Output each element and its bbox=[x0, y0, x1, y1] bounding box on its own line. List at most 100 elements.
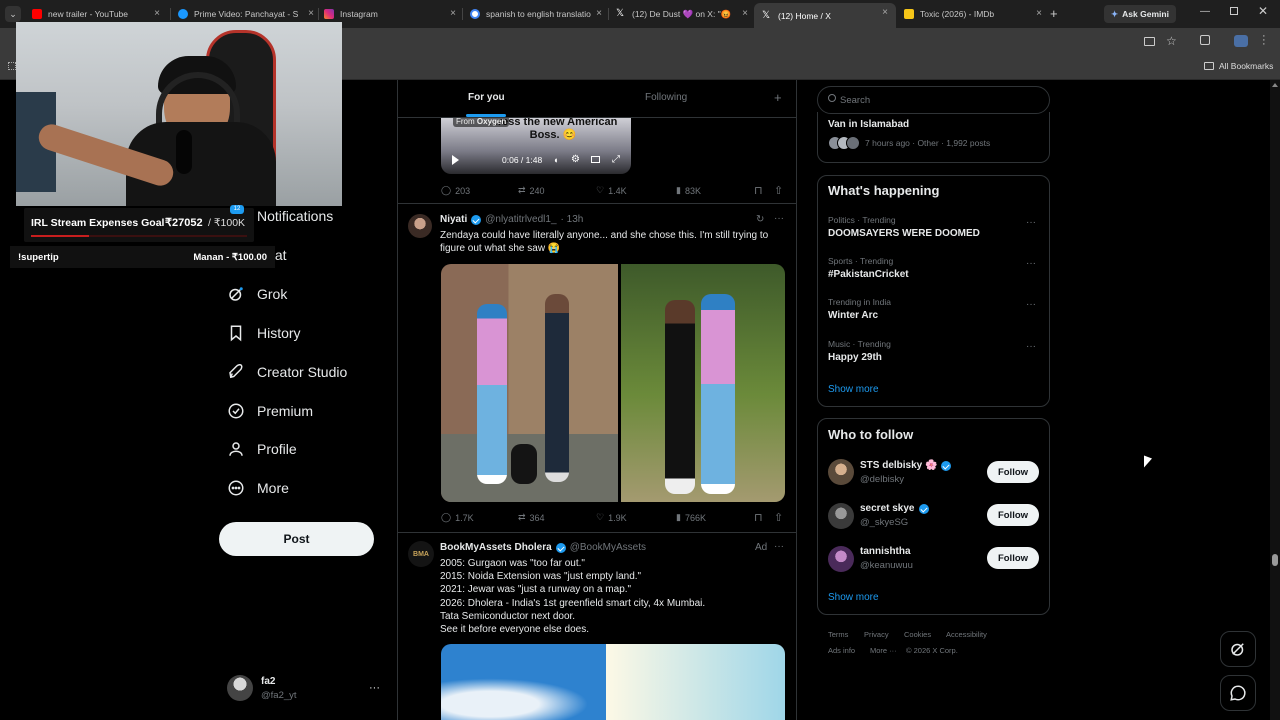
avatar[interactable] bbox=[828, 546, 854, 572]
like-button[interactable]: ♡ 1.9K bbox=[596, 512, 627, 523]
views-button[interactable]: ▮ 83K bbox=[676, 185, 701, 196]
profile-icon[interactable] bbox=[1234, 35, 1248, 47]
bookmark-post-button[interactable]: ⊓ bbox=[754, 511, 763, 524]
close-tab-icon[interactable]: × bbox=[154, 8, 160, 19]
add-feed-button[interactable]: + bbox=[774, 90, 782, 105]
avatar[interactable] bbox=[408, 214, 432, 238]
browser-tab[interactable]: new trailer - YouTube × bbox=[32, 4, 162, 24]
cast-icon[interactable] bbox=[1144, 37, 1155, 46]
views-button[interactable]: ▮ 766K bbox=[676, 512, 706, 523]
browser-tab[interactable]: Prime Video: Panchayat - S × bbox=[178, 4, 316, 24]
settings-icon[interactable]: ⚙ bbox=[571, 154, 580, 165]
follow-button[interactable]: Follow bbox=[987, 547, 1039, 569]
scroll-up-arrow[interactable] bbox=[1272, 83, 1278, 87]
show-more-follow[interactable]: Show more bbox=[828, 592, 879, 603]
trend-more-icon[interactable]: ··· bbox=[1026, 299, 1036, 310]
footer-link-terms[interactable]: Terms bbox=[828, 630, 848, 639]
ask-gemini-button[interactable]: ✦ Ask Gemini bbox=[1104, 5, 1176, 23]
avatar[interactable] bbox=[828, 503, 854, 529]
restore-button[interactable] bbox=[1230, 7, 1238, 15]
share-button[interactable]: ⇧ bbox=[774, 184, 783, 197]
footer-link-privacy[interactable]: Privacy bbox=[864, 630, 889, 639]
tab-separator bbox=[170, 8, 171, 20]
browser-tab-active[interactable]: 𝕏 (12) Home / X × bbox=[754, 3, 896, 28]
trend-more-icon[interactable]: ··· bbox=[1026, 217, 1036, 228]
follow-button[interactable]: Follow bbox=[987, 504, 1039, 526]
messages-floating-button[interactable] bbox=[1220, 675, 1256, 711]
author-name[interactable]: Niyati bbox=[440, 214, 467, 225]
post-more-icon[interactable]: ··· bbox=[774, 213, 784, 224]
nav-more[interactable]: More bbox=[227, 475, 289, 501]
share-button[interactable]: ⇧ bbox=[774, 511, 783, 524]
repost-button[interactable]: ⇄ 364 bbox=[518, 512, 545, 523]
footer-link-accessibility[interactable]: Accessibility bbox=[946, 630, 987, 639]
close-tab-icon[interactable]: × bbox=[882, 7, 888, 18]
author-handle[interactable]: @BookMyAssets bbox=[570, 542, 646, 553]
tab-for-you[interactable]: For you bbox=[468, 92, 505, 103]
post-photo-right[interactable] bbox=[621, 264, 785, 502]
browser-tab[interactable]: Toxic (2026) - IMDb × bbox=[904, 4, 1044, 24]
footer-link-more[interactable]: More ··· bbox=[870, 646, 897, 655]
reply-button[interactable]: ◯ 1.7K bbox=[441, 512, 474, 523]
video-player[interactable]: ...ress the new American Boss. 😊 From Ox… bbox=[441, 118, 631, 174]
browser-tab[interactable]: spanish to english translatio × bbox=[470, 4, 604, 24]
avatar[interactable] bbox=[828, 459, 854, 485]
author-handle[interactable]: @nlyatitrlvedl1_ bbox=[485, 214, 556, 225]
nav-creator-studio[interactable]: Creator Studio bbox=[227, 359, 347, 385]
author-name[interactable]: BookMyAssets Dholera bbox=[440, 542, 552, 553]
more-icon[interactable]: ··· bbox=[369, 682, 380, 694]
trend-more-icon[interactable]: ··· bbox=[1026, 341, 1036, 352]
follow-button[interactable]: Follow bbox=[987, 461, 1039, 483]
post-photo-left[interactable] bbox=[441, 264, 618, 502]
fullscreen-icon[interactable]: ⤢ bbox=[612, 154, 620, 165]
user-name[interactable]: secret skye bbox=[860, 503, 929, 514]
nav-premium[interactable]: Premium bbox=[227, 398, 313, 424]
new-tab-button[interactable]: + bbox=[1050, 6, 1058, 21]
pip-icon[interactable] bbox=[591, 156, 600, 163]
trend-card-partial[interactable]: Van in Islamabad 7 hours ago · Other · 1… bbox=[817, 112, 1050, 163]
user-name[interactable]: tannishtha bbox=[860, 546, 911, 557]
browser-tab[interactable]: Instagram × bbox=[324, 4, 458, 24]
minimize-button[interactable]: — bbox=[1200, 6, 1210, 17]
close-window-button[interactable]: ✕ bbox=[1258, 4, 1268, 18]
post-time[interactable]: · 13h bbox=[561, 214, 584, 225]
page-scrollbar[interactable] bbox=[1270, 80, 1280, 720]
search-input[interactable]: Search bbox=[840, 95, 870, 106]
apps-grid-icon[interactable] bbox=[8, 62, 16, 70]
grok-floating-button[interactable] bbox=[1220, 631, 1256, 667]
search-box[interactable]: Search bbox=[817, 86, 1050, 114]
close-tab-icon[interactable]: × bbox=[450, 8, 456, 19]
show-more-trends[interactable]: Show more bbox=[828, 384, 879, 395]
close-tab-icon[interactable]: × bbox=[308, 8, 314, 19]
avatar[interactable]: BMA bbox=[408, 541, 434, 567]
extensions-icon[interactable] bbox=[1200, 35, 1210, 45]
nav-history[interactable]: History bbox=[227, 320, 301, 346]
ad-image[interactable] bbox=[441, 644, 785, 720]
tab-following[interactable]: Following bbox=[645, 92, 687, 103]
close-tab-icon[interactable]: × bbox=[1036, 8, 1042, 19]
close-tab-icon[interactable]: × bbox=[596, 8, 602, 19]
footer-link-cookies[interactable]: Cookies bbox=[904, 630, 931, 639]
nav-profile[interactable]: Profile bbox=[227, 436, 297, 462]
like-button[interactable]: ♡ 1.4K bbox=[596, 185, 627, 196]
menu-kebab-icon[interactable]: · · · bbox=[1262, 31, 1266, 50]
user-name[interactable]: STS delbisky 🌸 bbox=[860, 460, 952, 471]
repost-button[interactable]: ⇄ 240 bbox=[518, 185, 545, 196]
all-bookmarks-button[interactable]: All Bookmarks bbox=[1204, 61, 1273, 71]
bookmark-star-icon[interactable]: ☆ bbox=[1166, 34, 1177, 48]
trend-more-icon[interactable]: ··· bbox=[1026, 258, 1036, 269]
post-button[interactable]: Post bbox=[219, 522, 374, 556]
reply-button[interactable]: ◯ 203 bbox=[441, 185, 470, 196]
browser-tab[interactable]: 𝕏 (12) De Dust 💜 on X: "😡 × bbox=[616, 4, 750, 24]
bookmark-post-button[interactable]: ⊓ bbox=[754, 184, 763, 197]
post-more-icon[interactable]: ··· bbox=[774, 541, 784, 552]
nav-grok[interactable]: Grok bbox=[227, 281, 287, 307]
account-switcher[interactable]: fa2 @fa2_yt ··· bbox=[227, 674, 387, 706]
scrollbar-thumb[interactable] bbox=[1272, 554, 1278, 566]
footer-link-ads-info[interactable]: Ads info bbox=[828, 646, 855, 655]
close-tab-icon[interactable]: × bbox=[742, 8, 748, 19]
grok-post-icon[interactable]: ↻ bbox=[756, 214, 764, 225]
tab-search-button[interactable]: ⌄ bbox=[5, 6, 21, 22]
volume-icon[interactable]: ◖ bbox=[553, 155, 558, 165]
play-icon[interactable] bbox=[452, 155, 459, 165]
